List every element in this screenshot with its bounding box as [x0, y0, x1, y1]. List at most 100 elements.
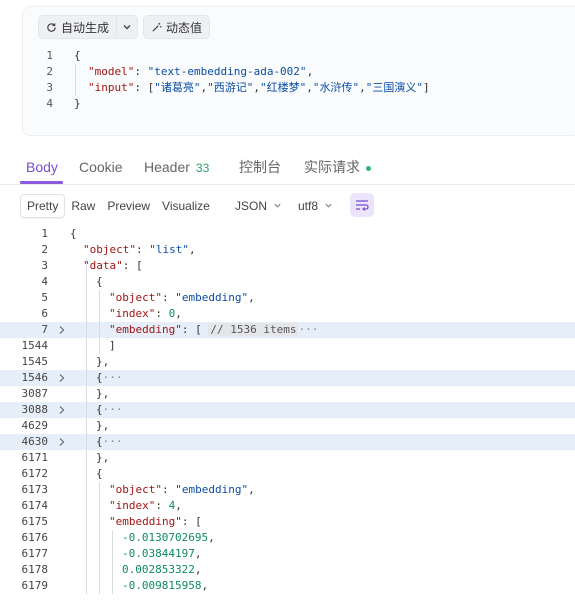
code-text: "data": [ — [83, 258, 143, 274]
code-text: 0.002853322, — [122, 562, 201, 578]
line-number: 7 — [41, 323, 48, 336]
code-token: -0.0130702695 — [122, 531, 209, 544]
line-number: 6 — [41, 307, 48, 320]
format-value: JSON — [235, 199, 268, 213]
line-number: 2 — [41, 243, 48, 256]
encoding-value: utf8 — [298, 199, 319, 213]
code-text: { — [70, 226, 77, 242]
chevron-down-icon — [325, 203, 332, 208]
line-number: 4630 — [21, 435, 49, 448]
code-text: ] — [109, 338, 116, 354]
chevron-right-icon[interactable] — [57, 373, 66, 383]
wrap-lines-icon — [356, 200, 369, 211]
refresh-icon — [47, 22, 56, 32]
code-token: }, — [96, 451, 110, 464]
word-wrap-button[interactable] — [350, 193, 374, 217]
code-text: { — [74, 48, 81, 64]
code-token: ] — [109, 339, 116, 352]
chevron-right-icon[interactable] — [57, 325, 66, 335]
code-text: -0.0130702695, — [122, 530, 215, 546]
collapsed-ellipsis[interactable]: ··· — [103, 435, 123, 448]
line-number: 5 — [41, 291, 48, 304]
view-raw-button[interactable]: Raw — [65, 195, 101, 217]
code-text: "input": ["诸葛亮","西游记","红楼梦","水浒传","三国演义"… — [88, 80, 430, 96]
header-count-badge: 33 — [195, 161, 210, 175]
line-number: 1546 — [21, 371, 49, 384]
dynamic-value-button[interactable]: 动态值 — [143, 15, 211, 39]
code-token: 0.002853322 — [122, 563, 195, 576]
line-number: 6177 — [21, 547, 49, 560]
line-number: 6173 — [21, 483, 49, 496]
code-text: "embedding": [ — [109, 514, 202, 530]
collapsed-ellipsis[interactable]: ··· — [298, 323, 318, 336]
code-line: 1{ — [0, 226, 575, 242]
tab-cookie[interactable]: Cookie — [79, 157, 123, 177]
response-code-viewer[interactable]: 1{2 "object": "list", 3 "data": [4{5 "object… — [0, 226, 575, 600]
code-token: }, — [96, 419, 110, 432]
view-pretty-button[interactable]: Pretty — [20, 194, 66, 218]
code-token: }, — [96, 387, 110, 400]
code-token: , — [248, 483, 255, 496]
tab-cookie-label: Cookie — [79, 159, 123, 175]
tab-body[interactable]: Body — [26, 157, 58, 177]
code-token: { — [96, 403, 103, 416]
chevron-right-icon[interactable] — [57, 405, 66, 415]
view-preview-button[interactable]: Preview — [101, 195, 156, 217]
auto-generate-group: 自动生成 — [38, 15, 139, 39]
code-token: "embedding" — [109, 323, 182, 336]
indent-guide — [112, 530, 113, 594]
line-number: 3 — [41, 259, 48, 272]
format-select[interactable]: JSON — [235, 194, 282, 218]
code-token: : — [135, 243, 150, 256]
code-token: : [ — [181, 515, 202, 528]
line-number: 6178 — [21, 563, 49, 576]
request-code-editor[interactable]: 1{2 "model": "text-embedding-ada-002", 3 "i… — [23, 48, 575, 112]
code-token: , — [175, 307, 182, 320]
code-token: , — [306, 81, 313, 94]
code-token: "三国演义" — [365, 81, 423, 94]
tab-header[interactable]: Header 33 — [144, 157, 209, 177]
line-number: 1 — [46, 49, 53, 62]
line-number: 3087 — [21, 387, 49, 400]
indent-guide — [99, 290, 100, 354]
code-token: : [ — [181, 323, 209, 336]
tab-actual-request[interactable]: 实际请求 — [304, 157, 371, 177]
code-token: "object" — [109, 291, 162, 304]
response-tabs: Body Cookie Header 33 控制台 实际请求 — [0, 147, 575, 185]
code-line: 2 "object": "list", — [0, 242, 575, 258]
code-token: : — [155, 499, 169, 512]
line-number: 1 — [41, 227, 48, 240]
tab-console[interactable]: 控制台 — [239, 157, 281, 177]
indent-guide — [86, 258, 87, 594]
code-text: "object": "embedding", — [109, 482, 255, 498]
code-text: }, — [96, 450, 109, 466]
code-token: "list" — [149, 243, 189, 256]
line-number: 6172 — [21, 467, 49, 480]
indent-guide — [75, 64, 76, 96]
collapsed-ellipsis[interactable]: ··· — [103, 371, 123, 384]
tab-console-label: 控制台 — [239, 159, 281, 175]
code-text: "model": "text-embedding-ada-002", — [88, 64, 313, 80]
code-token: "诸葛亮" — [154, 81, 201, 94]
chevron-right-icon[interactable] — [57, 437, 66, 447]
code-line: 2 "model": "text-embedding-ada-002", — [23, 64, 575, 80]
code-text: "index": 0, — [109, 306, 182, 322]
bottom-edge — [0, 600, 575, 613]
line-number: 6175 — [21, 515, 49, 528]
collapsed-items-badge[interactable]: // 1536 items — [208, 323, 299, 336]
code-token: , — [201, 579, 209, 592]
code-token: }, — [96, 355, 110, 368]
code-text: }, — [96, 418, 109, 434]
code-token: "embedding" — [109, 515, 182, 528]
collapsed-ellipsis[interactable]: ··· — [103, 403, 123, 416]
view-visualize-button[interactable]: Visualize — [156, 195, 216, 217]
encoding-select[interactable]: utf8 — [298, 194, 333, 218]
code-text: -0.03844197, — [122, 546, 201, 562]
auto-generate-dropdown[interactable] — [117, 15, 139, 39]
view-mode-switch: Pretty Raw Preview Visualize — [20, 194, 216, 218]
code-token: , — [306, 65, 314, 78]
line-number: 6176 — [21, 531, 49, 544]
response-toolbar: Pretty Raw Preview Visualize JSON utf8 — [0, 191, 575, 221]
auto-generate-button[interactable]: 自动生成 — [38, 15, 118, 39]
line-number: 2 — [46, 65, 53, 78]
